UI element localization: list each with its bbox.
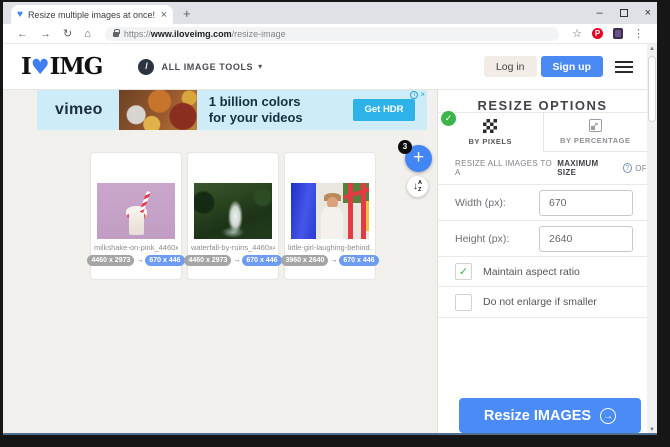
all-image-tools-menu[interactable]: / ALL IMAGE TOOLS ▾ — [138, 59, 262, 75]
forward-icon[interactable]: → — [40, 28, 51, 40]
original-size-badge: 4460 x 2973 — [87, 255, 134, 266]
window-minimize-button[interactable]: – — [596, 8, 602, 19]
arrow-right-icon: → — [136, 257, 143, 264]
scroll-up-icon[interactable]: ▲ — [647, 44, 657, 54]
ad-image — [119, 90, 197, 130]
window-maximize-button[interactable] — [620, 9, 628, 17]
all-image-tools-label: ALL IMAGE TOOLS — [161, 62, 253, 72]
resized-size-badge: 670 x 446 — [242, 255, 281, 266]
pinterest-extension-icon[interactable]: P — [592, 28, 603, 39]
extension-icon[interactable] — [613, 28, 623, 39]
width-label: Width (px): — [455, 197, 539, 209]
url-text: https://www.iloveimg.com/resize-image — [124, 29, 286, 39]
height-label: Height (px): — [455, 233, 539, 245]
size-badges: 3960 x 2640 → 670 x 446 — [285, 255, 375, 266]
ad-close-icon[interactable]: × — [420, 91, 425, 99]
main-content: vimeo 1 billion colorsfor your videos Ge… — [3, 90, 437, 435]
thumbnail-little-girl — [291, 183, 369, 239]
ad-cta-button[interactable]: Get HDR — [353, 99, 415, 121]
screenshot-frame: ♥ Resize multiple images at once! × + – … — [0, 0, 670, 447]
sidebar-title: RESIZE OPTIONS — [438, 90, 647, 112]
wrench-icon: / — [138, 59, 154, 75]
resize-images-button[interactable]: Resize IMAGES → — [459, 398, 641, 433]
resize-options-sidebar: RESIZE OPTIONS BY PIXELS ↗ BY PERCENTAGE… — [437, 90, 647, 435]
go-arrow-icon: → — [600, 408, 616, 424]
browser-tab[interactable]: ♥ Resize multiple images at once! × — [11, 5, 173, 24]
height-input[interactable] — [539, 226, 633, 252]
bookmark-star-icon[interactable]: ☆ — [572, 27, 582, 40]
thumbnail-waterfall — [194, 183, 272, 239]
new-tab-button[interactable]: + — [183, 6, 191, 21]
browser-window: ♥ Resize multiple images at once! × + – … — [3, 2, 657, 435]
adchoices-icon[interactable]: i — [410, 91, 418, 99]
hamburger-menu-icon[interactable] — [615, 61, 633, 73]
window-controls: – × — [596, 2, 651, 24]
tab-strip: ♥ Resize multiple images at once! × + – … — [3, 2, 657, 24]
resized-size-badge: 670 x 446 — [339, 255, 378, 266]
tab-by-percentage[interactable]: ↗ BY PERCENTAGE — [543, 113, 648, 152]
size-badges: 4460 x 2973 → 670 x 446 — [188, 255, 278, 266]
thumbnail-milkshake — [97, 183, 175, 239]
back-icon[interactable]: ← — [17, 28, 28, 40]
file-card-little-girl[interactable]: little-girl-laughing-behind... 3960 x 26… — [284, 152, 376, 280]
window-close-button[interactable]: × — [645, 8, 651, 19]
file-name: waterfall-by-ruins_4460x4.. — [191, 243, 275, 252]
tab-title: Resize multiple images at once! — [28, 10, 157, 20]
sort-button[interactable]: ↓ AZ — [407, 176, 428, 197]
width-row: Width (px): — [438, 184, 647, 220]
width-input[interactable] — [539, 190, 633, 216]
vimeo-logo: vimeo — [55, 101, 103, 119]
lock-icon — [113, 32, 119, 37]
scrollbar-thumb[interactable] — [648, 56, 656, 122]
resized-size-badge: 670 x 446 — [145, 255, 184, 266]
login-button[interactable]: Log in — [484, 56, 537, 77]
size-badges: 4460 x 2973 → 670 x 446 — [91, 255, 181, 266]
iloveimg-logo[interactable]: I♥IMG — [21, 53, 102, 80]
reload-icon[interactable]: ↻ — [63, 27, 72, 40]
maintain-aspect-label: Maintain aspect ratio — [483, 266, 580, 278]
help-question-icon[interactable]: ? — [623, 163, 633, 173]
file-card-waterfall[interactable]: waterfall-by-ruins_4460x4.. 4460 x 2973 … — [187, 152, 279, 280]
file-card-milkshake[interactable]: milkshake-on-pink_4460x.. 4460 x 2973 → … — [90, 152, 182, 280]
arrow-right-icon: → — [233, 257, 240, 264]
address-bar-row: ← → ↻ ⌂ https://www.iloveimg.com/resize-… — [3, 24, 657, 44]
arrow-right-icon: → — [330, 257, 337, 264]
mode-tabs: BY PIXELS ↗ BY PERCENTAGE — [438, 112, 647, 152]
signup-button[interactable]: Sign up — [541, 56, 604, 77]
percentage-icon: ↗ — [589, 119, 602, 132]
file-count-badge: 3 — [398, 140, 412, 154]
file-name: milkshake-on-pink_4460x.. — [94, 243, 178, 252]
ad-headline: 1 billion colorsfor your videos — [209, 94, 303, 125]
no-enlarge-checkbox[interactable] — [455, 294, 472, 311]
file-name: little-girl-laughing-behind... — [288, 243, 372, 252]
no-enlarge-label: Do not enlarge if smaller — [483, 296, 597, 308]
maintain-aspect-checkbox[interactable]: ✓ — [455, 263, 472, 280]
selected-check-icon: ✓ — [441, 111, 456, 126]
original-size-badge: 3960 x 2640 — [281, 255, 328, 266]
height-row: Height (px): — [438, 220, 647, 256]
home-icon[interactable]: ⌂ — [84, 28, 91, 40]
scroll-down-icon[interactable]: ▼ — [647, 425, 657, 435]
ad-banner[interactable]: vimeo 1 billion colorsfor your videos Ge… — [37, 90, 427, 130]
page-scrollbar[interactable]: ▲ ▼ — [647, 44, 657, 435]
tab-favicon-heart-icon: ♥ — [17, 10, 23, 20]
address-bar[interactable]: https://www.iloveimg.com/resize-image — [105, 27, 559, 41]
browser-menu-icon[interactable]: ⋮ — [633, 27, 644, 40]
chevron-down-icon: ▾ — [258, 62, 262, 71]
resize-description: RESIZE ALL IMAGES TO AMAXIMUM SIZE ? OF — [438, 152, 647, 184]
maintain-aspect-row: ✓ Maintain aspect ratio — [438, 256, 647, 286]
logo-heart-icon: ♥ — [31, 55, 50, 79]
tab-close-icon[interactable]: × — [161, 9, 167, 21]
original-size-badge: 4460 x 2973 — [184, 255, 231, 266]
site-header: I♥IMG / ALL IMAGE TOOLS ▾ Log in Sign up — [3, 44, 647, 90]
pixels-icon — [483, 119, 497, 133]
no-enlarge-row: Do not enlarge if smaller — [438, 286, 647, 318]
